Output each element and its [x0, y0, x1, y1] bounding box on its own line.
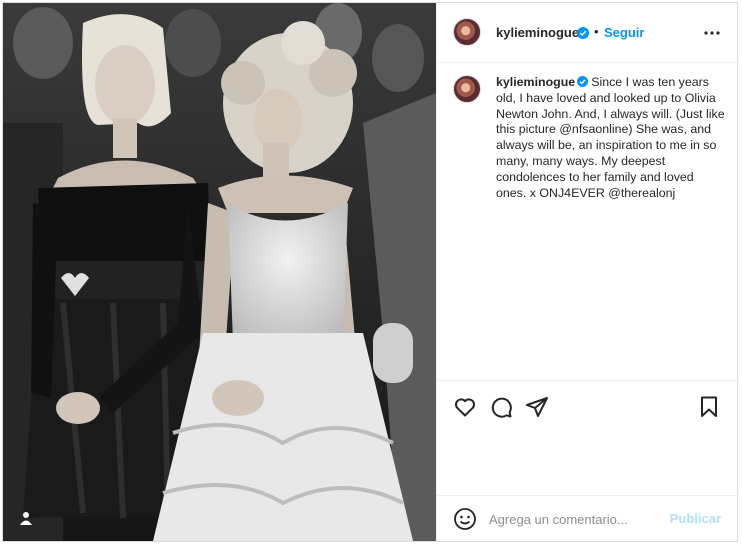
post-header: kylieminogue • Seguir	[437, 3, 737, 63]
emoji-icon[interactable]	[453, 507, 477, 531]
post-side-panel: kylieminogue • Seguir kylieminogue Since …	[436, 3, 737, 541]
follow-button[interactable]: Seguir	[604, 25, 644, 40]
verified-badge-icon	[577, 27, 589, 39]
add-comment-bar: Publicar	[437, 495, 737, 541]
send-icon[interactable]	[525, 395, 549, 419]
publish-button[interactable]: Publicar	[670, 511, 721, 526]
post-actions	[437, 381, 737, 497]
post-caption: kylieminogue Since I was ten years old, I…	[496, 75, 726, 201]
comment-icon[interactable]	[489, 395, 513, 419]
person-tag-icon[interactable]	[19, 511, 33, 525]
heart-icon[interactable]	[453, 395, 477, 419]
post-photo[interactable]	[3, 3, 436, 541]
header-username[interactable]: kylieminogue	[496, 25, 579, 40]
more-options-icon[interactable]	[703, 25, 721, 41]
separator-dot: •	[594, 24, 599, 39]
verified-badge-icon	[577, 76, 589, 87]
caption-username[interactable]: kylieminogue	[496, 75, 575, 89]
photo-illustration	[3, 3, 436, 541]
caption-text: Since I was ten years old, I have loved …	[496, 75, 725, 200]
caption-avatar[interactable]	[453, 75, 481, 103]
bookmark-icon[interactable]	[697, 395, 721, 419]
comment-input[interactable]	[489, 508, 659, 530]
comments-section: kylieminogue Since I was ten years old, I…	[437, 63, 737, 381]
avatar[interactable]	[453, 18, 481, 46]
instagram-post: kylieminogue • Seguir kylieminogue Since …	[2, 2, 738, 542]
